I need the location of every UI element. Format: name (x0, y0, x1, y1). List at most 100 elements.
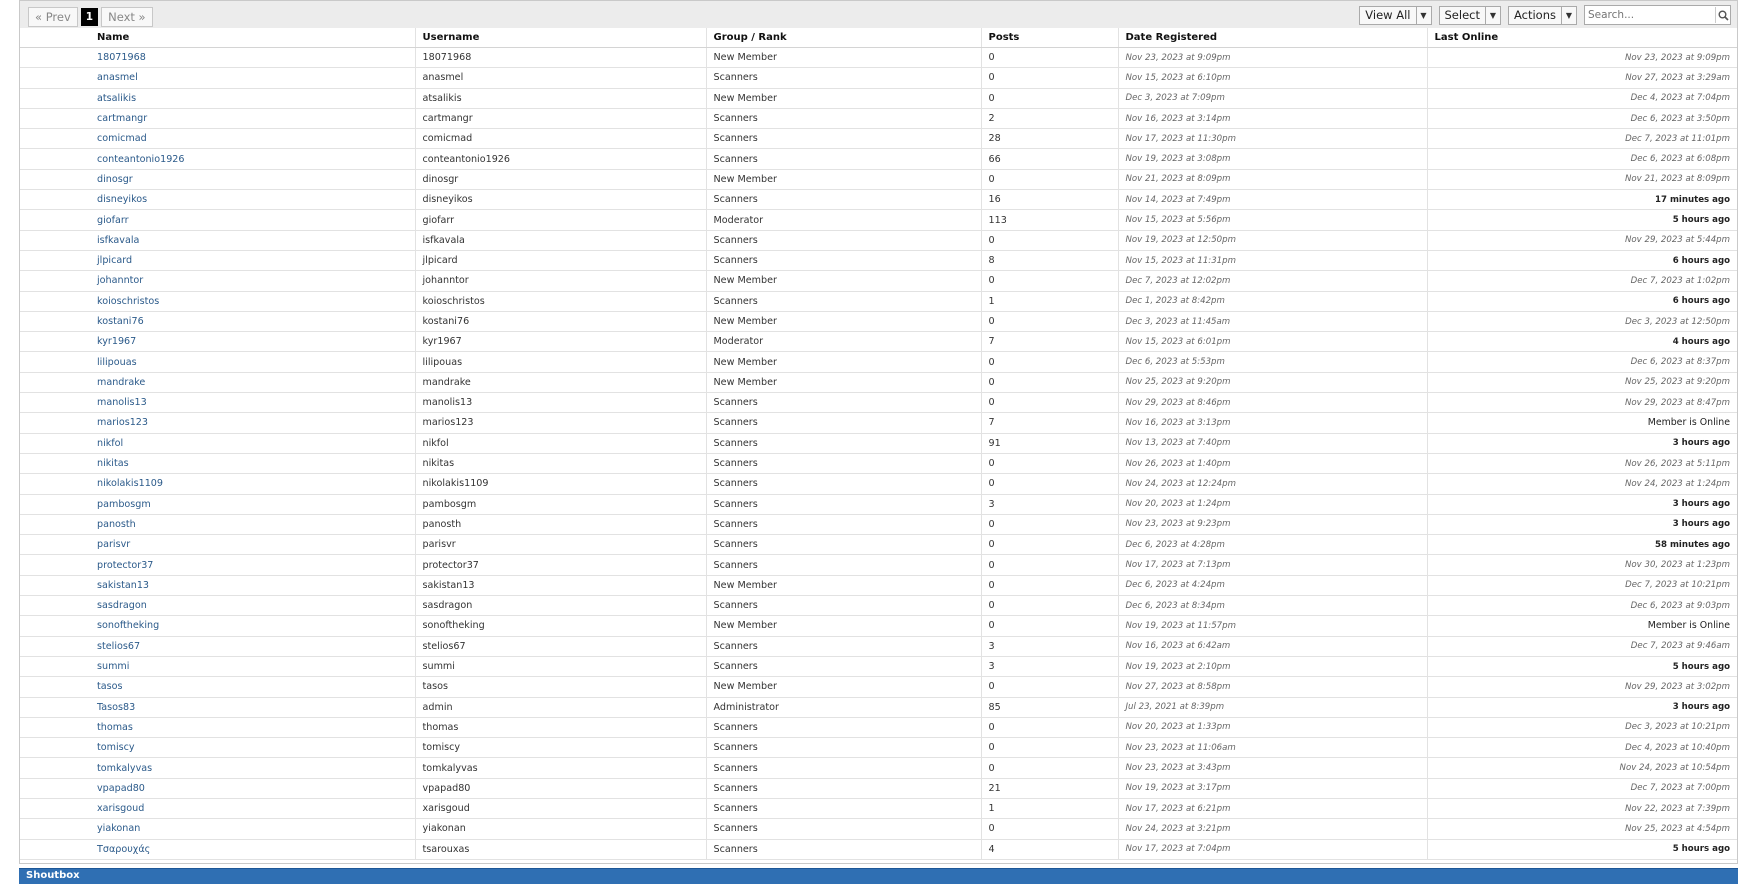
table-row: giofarr giofarr Moderator 113 Nov 15, 2023 a… (20, 209, 1737, 231)
member-username: mandrake (414, 372, 706, 394)
member-name-link[interactable]: Tasos83 (20, 697, 415, 718)
member-name-link[interactable]: conteantonio1926 (20, 148, 415, 170)
member-date-registered: Nov 16, 2023 at 3:14pm (1117, 108, 1427, 130)
member-date-registered: Nov 14, 2023 at 7:49pm (1117, 189, 1427, 211)
member-last-online: Dec 6, 2023 at 8:37pm (1426, 351, 1737, 373)
column-header-name[interactable]: Name (20, 28, 415, 48)
member-username: tasos (414, 676, 706, 698)
shoutbox-header[interactable]: Shoutbox (19, 868, 1738, 884)
member-last-online: Nov 29, 2023 at 5:44pm (1426, 230, 1737, 251)
member-group: Scanners (705, 798, 981, 820)
member-last-online: Nov 25, 2023 at 4:54pm (1426, 818, 1737, 840)
member-date-registered: Nov 15, 2023 at 11:31pm (1117, 250, 1427, 272)
member-name-link[interactable]: summi (20, 656, 415, 678)
member-name-link[interactable]: koioschristos (20, 291, 415, 312)
member-date-registered: Nov 19, 2023 at 12:50pm (1117, 230, 1427, 251)
table-row: yiakonan yiakonan Scanners 0 Nov 24, 2023 at… (20, 818, 1737, 840)
search-input[interactable] (1585, 7, 1715, 23)
member-posts: 3 (980, 656, 1118, 678)
member-group: New Member (705, 311, 981, 333)
member-name-link[interactable]: xarisgoud (20, 798, 415, 820)
member-date-registered: Nov 19, 2023 at 11:57pm (1117, 615, 1427, 637)
member-name-link[interactable]: tomiscy (20, 737, 415, 759)
member-name-link[interactable]: stelios67 (20, 636, 415, 657)
actions-dropdown[interactable]: Actions ▼ (1507, 5, 1577, 25)
member-name-link[interactable]: jlpicard (20, 250, 415, 272)
member-table: Name Username Group / Rank Posts Date Re… (20, 28, 1737, 860)
member-date-registered: Dec 6, 2023 at 4:28pm (1117, 534, 1427, 556)
member-name-link[interactable]: lilipouas (20, 351, 415, 373)
table-row: summi summi Scanners 3 Nov 19, 2023 at 2:10p… (20, 656, 1737, 678)
member-group: Scanners (705, 656, 981, 678)
member-name-link[interactable]: 18071968 (20, 47, 415, 69)
member-name-link[interactable]: pambosgm (20, 494, 415, 515)
member-name-link[interactable]: anasmel (20, 67, 415, 89)
member-name-link[interactable]: vpapad80 (20, 778, 415, 799)
member-name-link[interactable]: kostani76 (20, 311, 415, 333)
member-name-link[interactable]: kyr1967 (20, 331, 415, 353)
shoutbox-title: Shoutbox (26, 870, 80, 881)
member-name-link[interactable]: isfkavala (20, 230, 415, 251)
prev-page-button[interactable]: « Prev (28, 7, 78, 27)
member-name-link[interactable]: manolis13 (20, 392, 415, 414)
member-last-online: Dec 4, 2023 at 7:04pm (1426, 88, 1737, 109)
select-dropdown[interactable]: Select ▼ (1438, 5, 1501, 25)
table-row: tasos tasos New Member 0 Nov 27, 2023 at 8:5… (20, 676, 1737, 698)
member-name-link[interactable]: Τσαρουχάς (20, 839, 415, 860)
member-name-link[interactable]: tasos (20, 676, 415, 698)
table-row: jlpicard jlpicard Scanners 8 Nov 15, 2023 at… (20, 250, 1737, 272)
view-all-dropdown[interactable]: View All ▼ (1359, 5, 1432, 25)
next-page-button[interactable]: Next » (101, 7, 153, 27)
member-username: thomas (414, 717, 706, 739)
member-name-link[interactable]: nikfol (20, 433, 415, 454)
member-date-registered: Dec 6, 2023 at 8:34pm (1117, 595, 1427, 617)
member-last-online: Dec 6, 2023 at 3:50pm (1426, 108, 1737, 130)
member-name-link[interactable]: yiakonan (20, 818, 415, 840)
member-name-link[interactable]: tomkalyvas (20, 757, 415, 779)
member-date-registered: Nov 17, 2023 at 7:04pm (1117, 839, 1427, 860)
member-last-online: 5 hours ago (1426, 656, 1737, 678)
current-page[interactable]: 1 (80, 8, 99, 26)
magnifier-icon[interactable] (1715, 7, 1730, 23)
member-name-link[interactable]: johanntor (20, 270, 415, 292)
member-name-link[interactable]: sakistan13 (20, 575, 415, 597)
column-header-group[interactable]: Group / Rank (705, 28, 981, 48)
member-posts: 91 (980, 433, 1118, 454)
table-row: sasdragon sasdragon Scanners 0 Dec 6, 2023 a… (20, 595, 1737, 617)
member-name-link[interactable]: cartmangr (20, 108, 415, 130)
member-name-link[interactable]: giofarr (20, 209, 415, 231)
member-group: Scanners (705, 839, 981, 860)
column-header-posts[interactable]: Posts (980, 28, 1118, 48)
member-name-link[interactable]: parisvr (20, 534, 415, 556)
member-name-link[interactable]: nikolakis1109 (20, 473, 415, 495)
member-name-link[interactable]: mandrake (20, 372, 415, 394)
member-date-registered: Nov 20, 2023 at 1:33pm (1117, 717, 1427, 739)
member-name-link[interactable]: protector37 (20, 554, 415, 576)
member-date-registered: Nov 17, 2023 at 6:21pm (1117, 798, 1427, 820)
member-name-link[interactable]: thomas (20, 717, 415, 739)
member-group: Scanners (705, 250, 981, 272)
member-name-link[interactable]: sasdragon (20, 595, 415, 617)
column-header-last-online[interactable]: Last Online (1426, 28, 1737, 48)
member-posts: 8 (980, 250, 1118, 272)
member-last-online: 17 minutes ago (1426, 189, 1737, 211)
member-name-link[interactable]: comicmad (20, 128, 415, 150)
member-group: Scanners (705, 189, 981, 211)
column-header-registered[interactable]: Date Registered (1117, 28, 1427, 48)
member-name-link[interactable]: dinosgr (20, 169, 415, 191)
member-name-link[interactable]: atsalikis (20, 88, 415, 109)
table-header-row: Name Username Group / Rank Posts Date Re… (20, 28, 1737, 48)
member-name-link[interactable]: marios123 (20, 412, 415, 434)
member-name-link[interactable]: panosth (20, 514, 415, 536)
member-name-link[interactable]: sonoftheking (20, 615, 415, 637)
table-row: comicmad comicmad Scanners 28 Nov 17, 2023 a… (20, 128, 1737, 150)
column-header-username[interactable]: Username (414, 28, 706, 48)
member-posts: 0 (980, 230, 1118, 251)
table-row: conteantonio1926 conteantonio1926 Scanners… (20, 148, 1737, 170)
member-username: nikfol (414, 433, 706, 454)
table-row: Τσαρουχάς tsarouxas Scanners 4 Nov 17, 2023 … (20, 839, 1737, 860)
member-name-link[interactable]: disneyikos (20, 189, 415, 211)
member-username: 18071968 (414, 47, 706, 69)
member-username: kostani76 (414, 311, 706, 333)
member-name-link[interactable]: nikitas (20, 453, 415, 475)
